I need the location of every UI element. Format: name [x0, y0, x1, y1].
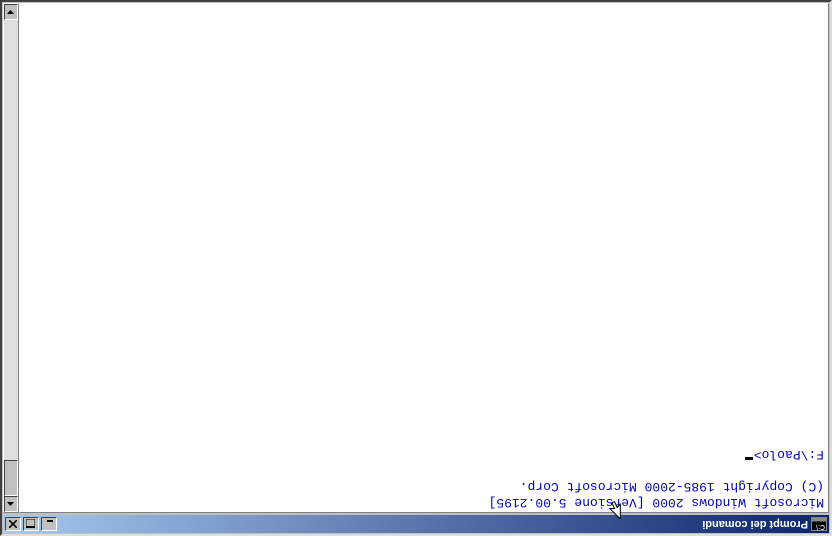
console-prompt: F:\Paolo>: [754, 446, 824, 462]
client-area: Microsoft Windows 2000 [Versione 5.00.21…: [3, 3, 829, 513]
window-title: Prompt dei comandi: [59, 518, 808, 530]
close-button[interactable]: [5, 517, 21, 531]
system-menu-icon[interactable]: C:\: [811, 517, 827, 531]
text-cursor: [745, 457, 753, 460]
minimize-button[interactable]: [41, 517, 57, 531]
scroll-track[interactable]: [4, 20, 18, 496]
vertical-scrollbar[interactable]: [3, 3, 19, 513]
console-line: [24, 462, 824, 478]
console-output[interactable]: Microsoft Windows 2000 [Versione 5.00.21…: [19, 3, 829, 513]
console-prompt-line: F:\Paolo>: [24, 446, 824, 462]
chevron-up-icon: [8, 502, 15, 506]
scroll-down-button[interactable]: [4, 4, 18, 20]
scroll-thumb[interactable]: [4, 460, 18, 496]
command-prompt-window: C:\ Prompt dei comandi Microsoft Windows…: [0, 0, 832, 536]
system-menu-icon-label: C:\: [816, 523, 826, 530]
chevron-down-icon: [8, 10, 15, 14]
console-line: (C) Copyright 1985-2000 Microsoft Corp.: [24, 478, 824, 494]
console-line: Microsoft Windows 2000 [Versione 5.00.21…: [24, 494, 824, 510]
titlebar-controls: [5, 517, 59, 531]
titlebar: C:\ Prompt dei comandi: [3, 515, 829, 533]
maximize-button[interactable]: [23, 517, 39, 531]
scroll-up-button[interactable]: [4, 496, 18, 512]
